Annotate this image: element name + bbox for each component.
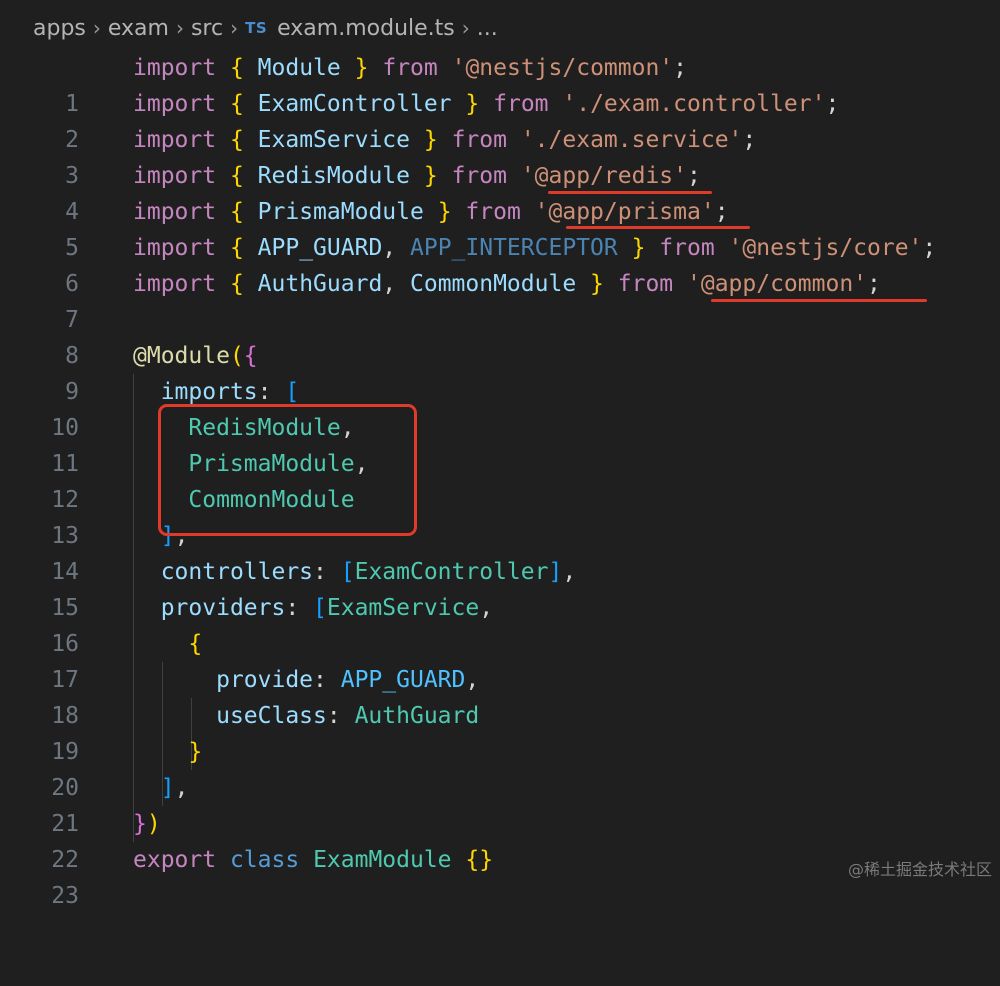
string-literal: '@app/common' xyxy=(687,271,868,297)
line-number: 23 xyxy=(51,883,79,909)
code-line: 12 PrismaModule, xyxy=(0,446,1000,513)
identifier: ExamModule xyxy=(313,847,452,873)
identifier: APP_GUARD xyxy=(257,235,383,261)
breadcrumb-ellipsis[interactable]: ... xyxy=(477,16,498,41)
keyword: from xyxy=(465,199,521,225)
identifier: AuthGuard xyxy=(354,703,480,729)
identifier: ExamService xyxy=(326,595,480,621)
code-line: 14 ], xyxy=(0,518,1000,585)
keyword: from xyxy=(617,271,674,297)
string-literal: './exam.service' xyxy=(520,127,743,153)
keyword: class xyxy=(229,847,300,873)
keyword: import xyxy=(133,91,217,117)
keyword: import xyxy=(133,235,217,261)
identifier: AuthGuard xyxy=(257,271,383,297)
code-line: 19 useClass: AuthGuard xyxy=(0,698,1000,765)
code-line: 7 import { AuthGuard, CommonModule } fro… xyxy=(0,266,1000,333)
annotation-underline xyxy=(566,226,750,229)
property: providers xyxy=(160,595,286,621)
identifier: APP_INTERCEPTOR xyxy=(410,235,618,261)
keyword: from xyxy=(451,163,507,189)
string-literal: './exam.controller' xyxy=(562,91,826,117)
code-line: 4 import { RedisModule } from '@app/redi… xyxy=(0,158,1000,225)
identifier: Module xyxy=(257,55,341,81)
keyword: import xyxy=(133,127,217,153)
code-line: 17 { xyxy=(0,626,1000,693)
code-line: 6 import { APP_GUARD, APP_INTERCEPTOR } … xyxy=(0,230,1000,297)
code-line: 13 CommonModule xyxy=(0,482,1000,549)
code-line: 15 controllers: [ExamController], xyxy=(0,554,1000,621)
keyword: from xyxy=(451,127,507,153)
breadcrumb-item-file[interactable]: exam.module.ts xyxy=(277,16,455,41)
code-line: 10 imports: [ xyxy=(0,374,1000,441)
string-literal: '@app/redis' xyxy=(520,163,687,189)
chevron-right-icon: › xyxy=(92,16,101,40)
property: useClass xyxy=(216,703,327,729)
identifier: RedisModule xyxy=(257,163,410,189)
code-line: 16 providers: [ExamService, xyxy=(0,590,1000,657)
code-line: 8 xyxy=(0,302,1000,369)
code-line: 3 import { ExamService } from './exam.se… xyxy=(0,122,1000,189)
code-line: 11 RedisModule, xyxy=(0,410,1000,477)
breadcrumb: apps › exam › src › TS exam.module.ts › … xyxy=(0,0,1000,56)
code-line: 20 } xyxy=(0,734,1000,801)
property: controllers xyxy=(160,559,314,585)
code-editor[interactable]: 1 import { Module } from '@nestjs/common… xyxy=(0,50,1000,909)
property: provide xyxy=(216,667,314,693)
code-line: 9 @Module({ xyxy=(0,338,1000,405)
keyword: from xyxy=(382,55,438,81)
annotation-underline xyxy=(548,191,712,194)
identifier: APP_GUARD xyxy=(340,667,466,693)
chevron-right-icon: › xyxy=(230,16,239,40)
code-line: 18 provide: APP_GUARD, xyxy=(0,662,1000,729)
code-line: 21 ], xyxy=(0,770,1000,837)
breadcrumb-item-apps[interactable]: apps xyxy=(33,16,86,41)
keyword: from xyxy=(493,91,549,117)
identifier: CommonModule xyxy=(410,271,577,297)
identifier: ExamController xyxy=(257,91,452,117)
breadcrumb-item-exam[interactable]: exam xyxy=(108,16,169,41)
watermark: @稀土掘金技术社区 xyxy=(847,860,992,879)
typescript-file-icon: TS xyxy=(245,19,268,37)
annotation-underline xyxy=(711,299,927,302)
string-literal: '@nestjs/core' xyxy=(728,235,923,261)
keyword: import xyxy=(133,271,217,297)
keyword: from xyxy=(659,235,715,261)
code-line: 1 import { Module } from '@nestjs/common… xyxy=(0,50,1000,117)
code-line: 22 }) xyxy=(0,806,1000,873)
breadcrumb-item-src[interactable]: src xyxy=(191,16,223,41)
identifier: ExamService xyxy=(257,127,410,153)
code-line: 5 import { PrismaModule } from '@app/pri… xyxy=(0,194,1000,261)
keyword: import xyxy=(133,163,217,189)
keyword: import xyxy=(133,55,217,81)
identifier: PrismaModule xyxy=(257,199,424,225)
keyword: import xyxy=(133,199,217,225)
chevron-right-icon: › xyxy=(461,16,470,40)
string-literal: '@nestjs/common' xyxy=(451,55,674,81)
code-line: 2 import { ExamController } from './exam… xyxy=(0,86,1000,153)
identifier: ExamController xyxy=(354,559,549,585)
decorator: @Module xyxy=(133,343,230,369)
keyword: export xyxy=(133,847,217,873)
annotation-box xyxy=(158,404,417,536)
string-literal: '@app/prisma' xyxy=(534,199,715,225)
property: imports xyxy=(160,379,258,405)
chevron-right-icon: › xyxy=(175,16,184,40)
